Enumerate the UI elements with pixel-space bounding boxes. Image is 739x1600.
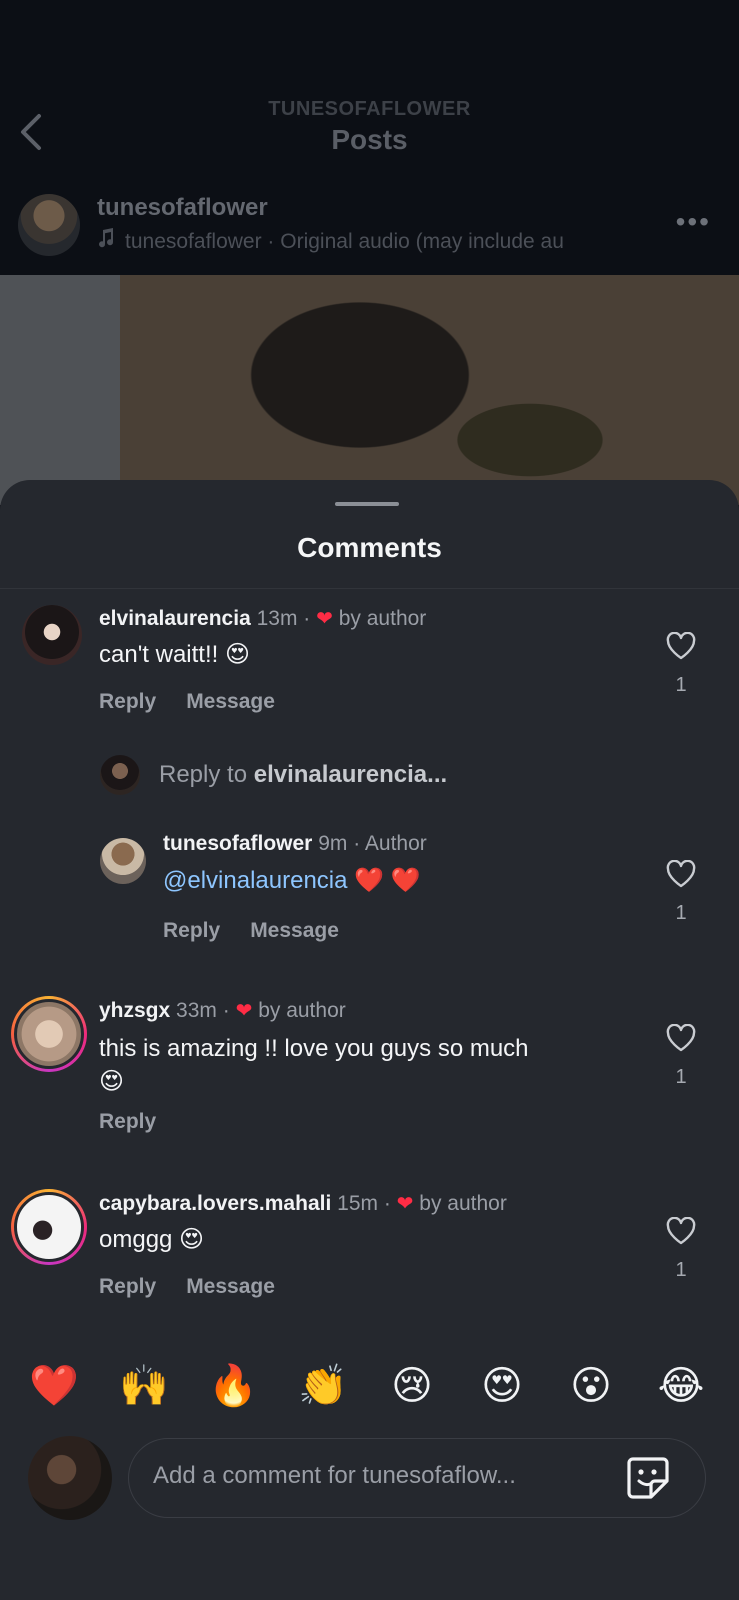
comment-composer: Add a comment for tunesofaflow... [0, 1430, 739, 1530]
comment-time: 33m [176, 999, 217, 1022]
heart-icon: ❤ [235, 1000, 253, 1022]
comment-text: @elvinalaurencia ❤️ ❤️ [163, 866, 421, 895]
message-button[interactable]: Message [186, 1275, 275, 1298]
commenter-avatar[interactable] [100, 838, 146, 884]
reply-prompt-avatar [100, 755, 140, 795]
post-author-avatar[interactable] [18, 194, 80, 256]
comment-meta: tunesofaflower 9m · Author [163, 832, 427, 855]
heart-icon: ❤ [316, 608, 333, 630]
comment-text-line1: this is amazing !! love you guys so much [99, 1035, 529, 1062]
heart-outline-icon [666, 1217, 696, 1245]
reply-button[interactable]: Reply [99, 690, 156, 713]
comment-username[interactable]: tunesofaflower [163, 832, 312, 855]
comment-time: 13m [256, 607, 298, 630]
comment-input[interactable]: Add a comment for tunesofaflow... [128, 1438, 706, 1518]
reply-button[interactable]: Reply [99, 1110, 156, 1133]
reply-button[interactable]: Reply [99, 1275, 156, 1298]
sticker-icon [627, 1457, 669, 1499]
sheet-drag-handle[interactable] [335, 502, 399, 506]
divider [0, 588, 739, 589]
more-options-button[interactable]: ••• [676, 206, 711, 238]
emoji-surprised-button[interactable]: 😮 [561, 1356, 621, 1416]
reply-prompt-target: elvinalaurencia... [253, 761, 448, 788]
comment-actions: Reply [99, 1110, 186, 1134]
emoji-reaction-bar: ❤️ 🙌 🔥 👏 😢 😍 😮 😂 [0, 1356, 739, 1416]
comment-time: 15m [337, 1192, 378, 1215]
emoji-fire-button[interactable]: 🔥 [203, 1356, 263, 1416]
heart-icon: ❤ [396, 1193, 414, 1215]
like-count: 1 [675, 1259, 687, 1281]
like-count: 1 [675, 902, 687, 924]
liked-by-author-badge: by author [419, 1192, 507, 1215]
comment-actions: Reply Message [99, 1275, 305, 1299]
comment-actions: Reply Message [163, 919, 369, 943]
mention-link[interactable]: @elvinalaurencia [163, 867, 347, 894]
reply-button[interactable]: Reply [163, 919, 220, 942]
page-title: Posts [331, 124, 408, 155]
post-screen-header: TUNESOFAFLOWER Posts tunesofaflower tune… [0, 0, 739, 275]
comment-meta: yhzsgx 33m · ❤ by author [99, 999, 346, 1022]
account-name-caps: TUNESOFAFLOWER [268, 98, 471, 120]
audio-label: tunesofaflower · Original audio (may inc… [125, 230, 564, 253]
comment-text-suffix: ❤️ ❤️ [347, 867, 421, 894]
commenter-avatar-story-ring[interactable] [11, 996, 87, 1072]
music-note-icon [97, 228, 119, 254]
comment-text: this is amazing !! love you guys so much… [99, 1032, 529, 1098]
comment-meta: capybara.lovers.mahali 15m · ❤ by author [99, 1192, 507, 1215]
emoji-crying-button[interactable]: 😢 [382, 1356, 442, 1416]
comment-like[interactable]: 1 [661, 860, 701, 925]
post-header: tunesofaflower tunesofaflower · Original… [0, 176, 739, 276]
message-button[interactable]: Message [186, 690, 275, 713]
liked-by-author-badge: by author [258, 999, 346, 1022]
comment-like[interactable]: 1 [661, 1217, 701, 1282]
commenter-avatar-story-ring[interactable] [11, 1189, 87, 1265]
sticker-button[interactable] [625, 1455, 671, 1501]
current-user-avatar [28, 1436, 112, 1520]
reply-prompt-prefix: Reply to [159, 761, 254, 788]
comment-text: can't waitt!! 😍 [99, 641, 250, 668]
heart-outline-icon [666, 632, 696, 660]
comment-actions: Reply Message [99, 690, 305, 714]
comment-time: 9m [318, 832, 348, 855]
post-audio-line[interactable]: tunesofaflower · Original audio (may inc… [97, 228, 637, 254]
comment-meta: elvinalaurencia 13m · ❤ by author [99, 607, 427, 630]
emoji-heart-eyes-button[interactable]: 😍 [472, 1356, 532, 1416]
commenter-avatar [14, 1192, 84, 1262]
reply-prompt[interactable]: Reply to elvinalaurencia... [159, 761, 447, 789]
sheet-title: Comments [297, 532, 442, 563]
more-horizontal-icon: ••• [675, 206, 711, 237]
emoji-heart-button[interactable]: ❤️ [24, 1356, 84, 1416]
like-count: 1 [675, 1066, 687, 1088]
commenter-avatar [14, 999, 84, 1069]
heart-outline-icon [666, 1024, 696, 1052]
comment-username[interactable]: yhzsgx [99, 999, 170, 1022]
emoji-clap-button[interactable]: 👏 [293, 1356, 353, 1416]
comment-text-line2: 😍 [99, 1068, 125, 1095]
emoji-laughing-button[interactable]: 😂 [651, 1356, 711, 1416]
message-button[interactable]: Message [250, 919, 339, 942]
commenter-avatar[interactable] [22, 605, 82, 665]
heart-outline-icon [666, 860, 696, 888]
author-badge: Author [364, 832, 427, 855]
emoji-raised-hands-button[interactable]: 🙌 [114, 1356, 174, 1416]
comment-username[interactable]: elvinalaurencia [99, 607, 251, 630]
comment-input-placeholder: Add a comment for tunesofaflow... [153, 1462, 516, 1489]
comment-username[interactable]: capybara.lovers.mahali [99, 1192, 331, 1215]
post-author-username[interactable]: tunesofaflower [97, 194, 268, 222]
comment-text: omggg 😍 [99, 1226, 205, 1253]
comment-like[interactable]: 1 [661, 632, 701, 697]
comment-like[interactable]: 1 [661, 1024, 701, 1089]
liked-by-author-badge: by author [338, 607, 427, 630]
like-count: 1 [675, 674, 687, 696]
post-media[interactable] [0, 275, 739, 505]
